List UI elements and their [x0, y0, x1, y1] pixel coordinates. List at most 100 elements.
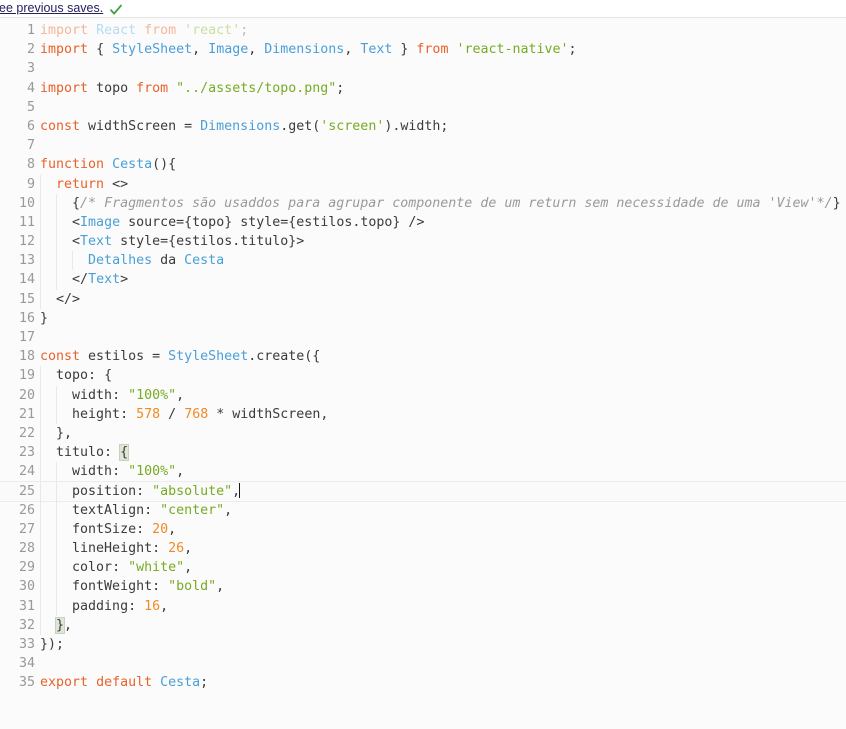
line-number: 21: [18, 406, 35, 422]
line-number: 26: [18, 502, 35, 518]
code-text: import topo from "../assets/topo.png";: [40, 80, 345, 96]
code-line[interactable]: 13 Detalhes da Cesta: [0, 251, 846, 271]
code-text: width: "100%",: [72, 464, 185, 480]
code-text: import { StyleSheet, Image, Dimensions, …: [40, 42, 577, 58]
code-text: }: [40, 310, 49, 326]
code-line[interactable]: 16}: [0, 309, 846, 328]
line-number: 18: [18, 349, 35, 365]
line-number: 2: [26, 42, 35, 58]
code-text: color: "white",: [72, 560, 193, 576]
code-line[interactable]: 8 function Cesta(){: [0, 155, 846, 174]
line-number: 3: [26, 61, 35, 77]
line-number: 34: [18, 656, 35, 672]
code-line[interactable]: 14 </Text>: [0, 270, 846, 290]
code-line[interactable]: 15 </>: [0, 289, 846, 309]
line-number: 23: [18, 445, 35, 461]
code-text: </Text>: [72, 272, 129, 288]
line-number: 32: [18, 617, 35, 633]
code-text: position: "absolute",: [72, 482, 241, 499]
code-line[interactable]: 23 titulo: {: [0, 443, 846, 463]
code-line[interactable]: 11 <Image source={topo} style={estilos.t…: [0, 212, 846, 233]
line-number: 8: [26, 157, 35, 173]
code-text: fontWeight: "bold",: [72, 579, 225, 595]
code-line[interactable]: 25 position: "absolute",: [0, 480, 846, 502]
code-line[interactable]: 5: [0, 98, 846, 117]
code-text: lineHeight: 26,: [72, 541, 193, 557]
code-line[interactable]: 17: [0, 328, 846, 347]
line-number: 6: [26, 118, 35, 134]
code-line[interactable]: 32 },: [0, 615, 846, 635]
code-line[interactable]: 1 import React from 'react';: [0, 21, 846, 40]
code-text: const estilos = StyleSheet.create({: [40, 349, 321, 365]
line-number: 33: [18, 637, 35, 652]
code-line[interactable]: 27 fontSize: 20,: [0, 519, 846, 540]
code-line[interactable]: 33});: [0, 635, 846, 654]
code-text: });: [40, 637, 65, 652]
code-editor-window: ee previous saves. 1 import React from 'r…: [0, 0, 846, 729]
code-text: },: [55, 616, 73, 634]
code-line[interactable]: 26 textAlign: "center",: [0, 500, 846, 520]
line-number: 7: [26, 138, 35, 154]
line-number: 28: [18, 541, 35, 557]
line-number: 9: [26, 176, 35, 192]
code-line[interactable]: 2 import { StyleSheet, Image, Dimensions,…: [0, 40, 846, 59]
line-number: 24: [18, 464, 35, 480]
line-number: 10: [18, 195, 35, 211]
code-line[interactable]: 19 topo: {: [0, 366, 846, 386]
line-number: 5: [26, 99, 35, 115]
text-cursor: [239, 482, 241, 498]
line-number: 1: [26, 23, 35, 38]
save-status-bar: ee previous saves.: [0, 0, 846, 17]
code-line[interactable]: 7: [0, 136, 846, 155]
code-line[interactable]: 10 {/* Fragmentos são usaddos para agrup…: [0, 193, 846, 213]
code-line[interactable]: 9 return <>: [0, 174, 846, 194]
code-line[interactable]: 31 padding: 16,: [0, 596, 846, 616]
code-text: titulo: {: [56, 444, 130, 462]
code-line[interactable]: 22 },: [0, 423, 846, 444]
code-line[interactable]: 35 export default Cesta;: [0, 673, 846, 692]
line-number: 29: [18, 560, 35, 576]
code-text: export default Cesta;: [40, 675, 209, 691]
line-number: 15: [18, 291, 35, 307]
editor-surface[interactable]: 1 import React from 'react'; 2 import { Sty…: [0, 17, 846, 729]
code-line[interactable]: 30 fontWeight: "bold",: [0, 577, 846, 597]
line-number: 11: [18, 214, 35, 230]
code-line[interactable]: 6 const widthScreen = Dimensions.get('scr…: [0, 117, 846, 136]
line-number: 22: [18, 425, 35, 441]
code-line[interactable]: 21 height: 578 / 768 * widthScreen,: [0, 404, 846, 424]
line-number: 27: [18, 521, 35, 537]
code-line[interactable]: 18 const estilos = StyleSheet.create({: [0, 347, 846, 366]
code-line[interactable]: 24 width: "100%",: [0, 462, 846, 482]
line-number: 35: [18, 675, 35, 691]
code-text: <Image source={topo} style={estilos.topo…: [72, 214, 425, 230]
code-text: textAlign: "center",: [72, 502, 233, 518]
code-text: import React from 'react';: [40, 23, 249, 38]
green-check-icon: [109, 3, 123, 17]
code-lines-container[interactable]: 1 import React from 'react'; 2 import { Sty…: [0, 18, 846, 693]
line-number: 19: [18, 368, 35, 384]
code-text: function Cesta(){: [40, 157, 177, 173]
line-number: 30: [18, 579, 35, 595]
code-line[interactable]: 3: [0, 59, 846, 78]
line-number: 20: [18, 387, 35, 403]
code-text: return <>: [56, 176, 129, 192]
code-line[interactable]: 12 <Text style={estilos.titulo}>: [0, 232, 846, 252]
line-number: 13: [18, 253, 35, 269]
code-line[interactable]: 4 import topo from "../assets/topo.png";: [0, 79, 846, 98]
code-text: padding: 16,: [72, 598, 169, 614]
line-number: 12: [18, 234, 35, 250]
code-text: </>: [56, 291, 81, 307]
code-text: {/* Fragmentos são usaddos para agrupar …: [72, 195, 841, 211]
code-text: <Text style={estilos.titulo}>: [72, 234, 305, 250]
code-line[interactable]: 28 lineHeight: 26,: [0, 539, 846, 559]
see-previous-saves-link[interactable]: ee previous saves.: [0, 1, 103, 16]
code-line[interactable]: 34: [0, 654, 846, 673]
code-text: height: 578 / 768 * widthScreen,: [72, 406, 329, 422]
line-number: 14: [18, 272, 35, 288]
code-text: width: "100%",: [72, 387, 185, 403]
code-text: fontSize: 20,: [72, 521, 177, 537]
code-text: const widthScreen = Dimensions.get('scre…: [40, 118, 449, 134]
code-line[interactable]: 29 color: "white",: [0, 558, 846, 578]
code-text: Detalhes da Cesta: [88, 253, 225, 269]
code-line[interactable]: 20 width: "100%",: [0, 385, 846, 405]
